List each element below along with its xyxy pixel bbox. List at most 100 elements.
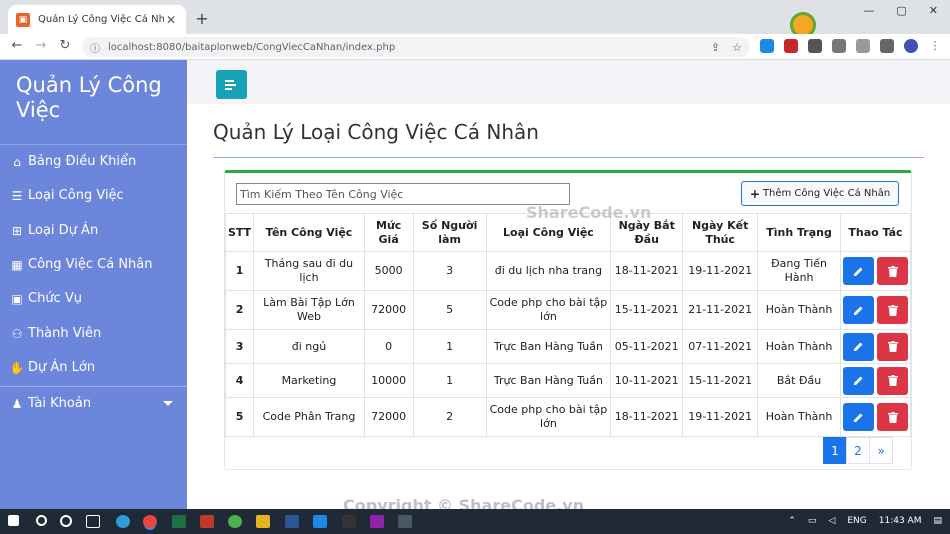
back-icon[interactable]: ← xyxy=(8,38,26,53)
edge-icon[interactable] xyxy=(116,515,130,528)
edit-button[interactable] xyxy=(843,332,874,361)
cell-end: 07-11-2021 xyxy=(682,329,759,364)
delete-button[interactable] xyxy=(877,366,908,395)
main-content: Quản Lý Loại Công Việc Cá Nhân + Thêm Cô… xyxy=(187,60,950,509)
cell-stt: 1 xyxy=(224,251,255,291)
vscode-icon[interactable] xyxy=(313,515,327,528)
cell-people: 2 xyxy=(412,397,487,437)
cortana-icon[interactable] xyxy=(60,515,72,527)
new-tab-button[interactable]: + xyxy=(193,9,211,28)
cell-start: 15-11-2021 xyxy=(610,290,684,330)
chevron-up-icon[interactable]: ⌃ xyxy=(788,516,796,526)
chevron-down-icon[interactable] xyxy=(163,401,173,406)
add-personal-job-button[interactable]: + Thêm Công Việc Cá Nhân xyxy=(741,181,899,206)
chrome-icon[interactable] xyxy=(143,515,157,528)
column-header: Ngày Kết Thúc xyxy=(682,213,759,252)
page-2-link[interactable]: 2 xyxy=(846,437,870,464)
bookmark-star-icon[interactable]: ☆ xyxy=(732,41,742,54)
next-page-link[interactable]: » xyxy=(869,437,893,464)
share-icon[interactable]: ⇪ xyxy=(711,41,720,54)
address-bar[interactable]: ⓘ localhost:8080/baitaplonweb/CongViecCa… xyxy=(82,37,750,57)
calendar-check-icon: ▣ xyxy=(11,291,23,306)
browser-toolbar: ← → ↻ ⓘ localhost:8080/baitaplonweb/Cong… xyxy=(0,34,950,60)
sidebar-item-project-types[interactable]: ⊞ Loại Dự Án xyxy=(9,223,98,238)
pencil-icon xyxy=(854,413,863,422)
app-icon[interactable] xyxy=(398,515,412,528)
sidebar-item-account[interactable]: ♟ Tài Khoản xyxy=(9,396,91,411)
delete-button[interactable] xyxy=(877,332,908,361)
cell-price: 72000 xyxy=(363,290,414,330)
trash-icon xyxy=(887,341,898,352)
close-tab-icon[interactable]: ✕ xyxy=(164,13,178,27)
extension-icon[interactable] xyxy=(784,39,798,53)
clock[interactable]: 11:43 AM xyxy=(879,516,922,526)
cell-price: 5000 xyxy=(363,251,414,291)
sidebar-item-members[interactable]: ⚇ Thành Viên xyxy=(9,326,102,341)
sidebar-item-label: Loại Dự Án xyxy=(28,223,99,238)
cell-actions xyxy=(840,290,911,330)
search-icon[interactable] xyxy=(36,515,47,526)
cell-price: 0 xyxy=(363,329,414,364)
cell-price: 72000 xyxy=(363,397,414,437)
search-input[interactable] xyxy=(236,183,570,205)
sidebar-item-personal-jobs[interactable]: ▦ Công Việc Cá Nhân xyxy=(9,257,152,272)
column-header: STT xyxy=(224,213,255,252)
watermark: ShareCode.vn xyxy=(526,203,652,222)
app-icon[interactable] xyxy=(228,515,242,528)
windows-start-icon[interactable] xyxy=(8,515,19,526)
puzzle-icon[interactable] xyxy=(880,39,894,53)
page-1-link[interactable]: 1 xyxy=(823,437,847,464)
extension-icon[interactable] xyxy=(856,39,870,53)
divider xyxy=(0,386,187,387)
cell-actions xyxy=(840,251,911,291)
sidebar-toggle-button[interactable] xyxy=(216,70,247,99)
edit-button[interactable] xyxy=(843,366,874,395)
extension-icon[interactable] xyxy=(808,39,822,53)
sidebar-item-job-types[interactable]: ☰ Loại Công Việc xyxy=(9,188,124,203)
reload-icon[interactable]: ↻ xyxy=(56,38,74,53)
sidebar-brand-title[interactable]: Quản Lý Công Việc xyxy=(16,73,176,123)
network-icon[interactable]: ▭ xyxy=(808,516,817,526)
edit-button[interactable] xyxy=(843,296,874,324)
extension-icon[interactable] xyxy=(760,39,774,53)
edit-button[interactable] xyxy=(843,403,874,431)
cell-type: Trực Ban Hàng Tuần xyxy=(485,329,612,364)
avatar[interactable] xyxy=(904,39,918,53)
sidebar-item-label: Tài Khoản xyxy=(28,396,92,411)
delete-button[interactable] xyxy=(877,296,908,324)
cell-stt: 4 xyxy=(224,363,255,398)
edit-button[interactable] xyxy=(843,257,874,285)
close-window-icon[interactable]: ✕ xyxy=(929,4,938,17)
sidebar-item-big-projects[interactable]: ✋ Dự Án Lớn xyxy=(9,360,96,375)
task-view-icon[interactable] xyxy=(86,515,100,528)
excel-icon[interactable] xyxy=(172,515,186,528)
menu-dots-icon[interactable]: ⋮ xyxy=(928,39,942,53)
volume-icon[interactable]: ◁ xyxy=(828,516,835,526)
cell-end: 19-11-2021 xyxy=(682,397,759,437)
minimize-icon[interactable]: — xyxy=(863,4,874,17)
language-indicator[interactable]: ENG xyxy=(847,516,866,526)
top-bar xyxy=(187,60,950,104)
cell-stt: 5 xyxy=(224,397,255,437)
maximize-icon[interactable]: ▢ xyxy=(896,4,906,17)
app-icon[interactable] xyxy=(342,515,356,528)
sidebar-item-label: Bảng Điều Khiển xyxy=(28,154,137,169)
extension-icon[interactable] xyxy=(832,39,846,53)
delete-button[interactable] xyxy=(877,403,908,431)
cell-status: Hoàn Thành xyxy=(757,329,841,364)
cell-status: Bắt Đầu xyxy=(757,363,841,398)
sidebar-item-dashboard[interactable]: ⌂ Bảng Điều Khiển xyxy=(9,154,136,169)
browser-tab-strip: ▣ Quản Lý Công Việc Cá Nhân ✕ + — ▢ ✕ xyxy=(0,0,950,38)
delete-button[interactable] xyxy=(877,257,908,285)
info-icon[interactable]: ⓘ xyxy=(90,40,100,55)
notification-icon[interactable]: ▤ xyxy=(933,516,942,526)
app-icon[interactable] xyxy=(370,515,384,528)
sidebar-item-positions[interactable]: ▣ Chức Vụ xyxy=(9,291,82,306)
file-explorer-icon[interactable] xyxy=(256,515,270,528)
extensions-bar: ⋮ xyxy=(760,39,942,53)
cell-stt: 2 xyxy=(224,290,255,330)
forward-icon[interactable]: → xyxy=(32,38,50,53)
browser-tab[interactable]: ▣ Quản Lý Công Việc Cá Nhân ✕ xyxy=(8,5,186,34)
word-icon[interactable] xyxy=(285,515,299,528)
app-icon[interactable] xyxy=(200,515,214,528)
